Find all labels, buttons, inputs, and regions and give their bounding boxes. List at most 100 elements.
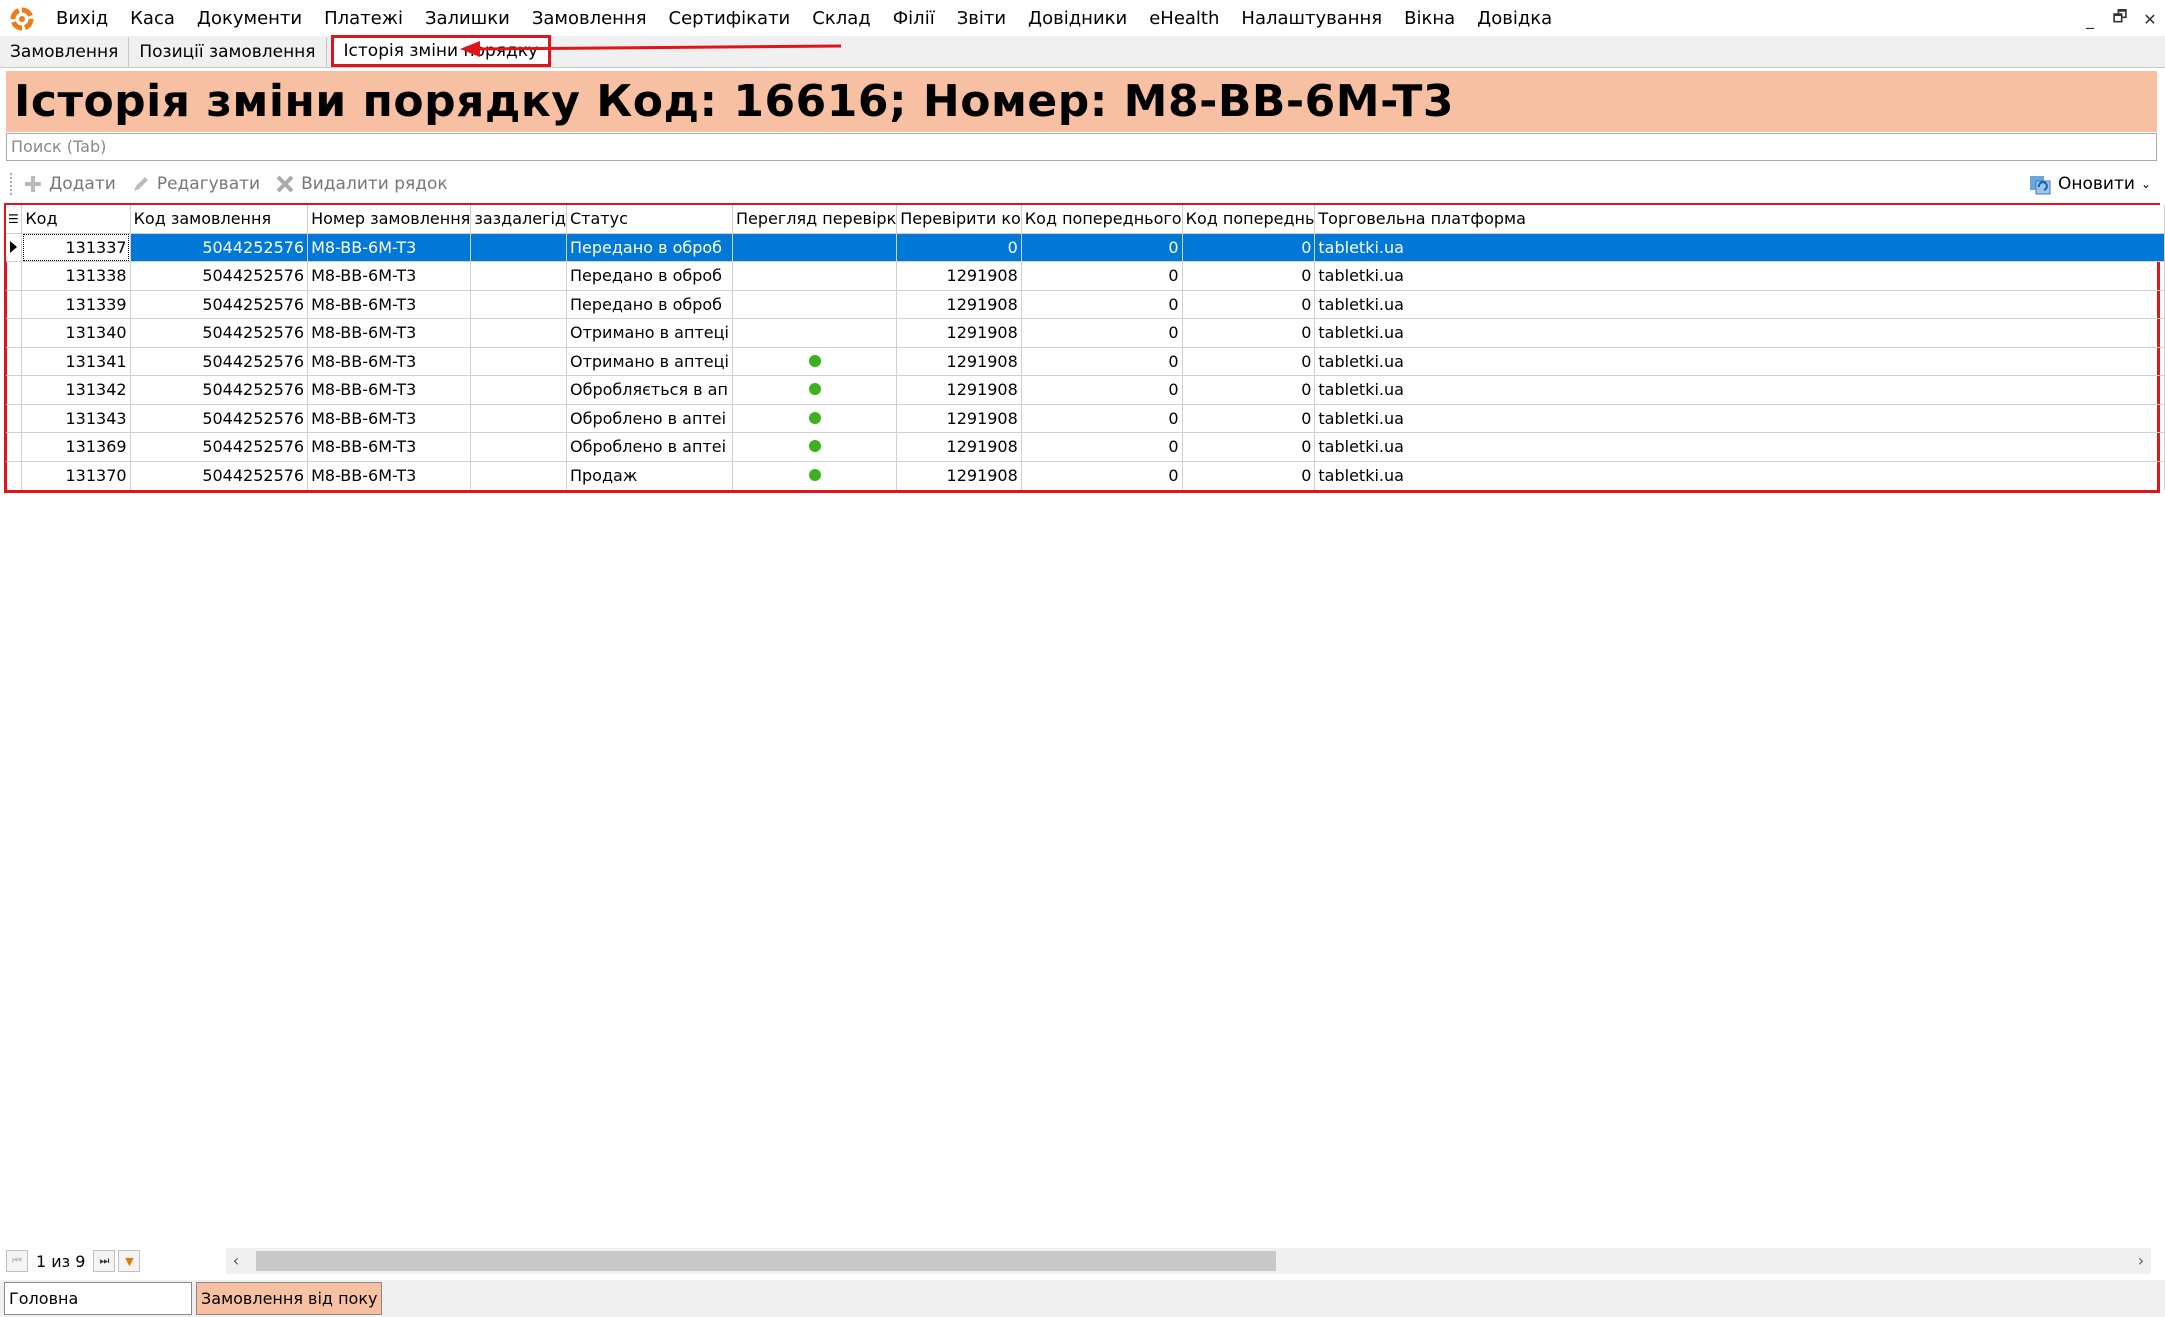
horizontal-scrollbar[interactable]: ‹ › xyxy=(226,1248,2151,1274)
cell-platform[interactable]: tabletki.ua xyxy=(1314,289,2165,319)
cell-prev2[interactable]: 0 xyxy=(1182,261,1316,290)
cell-platform[interactable]: tabletki.ua xyxy=(1314,232,2165,262)
row-indicator[interactable] xyxy=(6,318,23,347)
menu-certificates[interactable]: Сертифікати xyxy=(658,0,802,38)
menu-documents[interactable]: Документи xyxy=(186,0,313,38)
cell-advance[interactable] xyxy=(470,375,567,404)
cell-order-code[interactable]: 5044252576 xyxy=(130,289,309,319)
cell-order-no[interactable]: M8-BB-6M-T3 xyxy=(307,460,472,490)
cell-kod[interactable]: 131370 xyxy=(21,460,131,490)
cell-verify[interactable]: 1291908 xyxy=(896,460,1022,490)
cell-verify[interactable]: 1291908 xyxy=(896,318,1022,347)
scroll-right-icon[interactable]: › xyxy=(2131,1248,2151,1274)
cell-verify[interactable]: 1291908 xyxy=(896,346,1022,376)
cell-checked[interactable] xyxy=(732,261,898,290)
minimize-icon[interactable]: _ xyxy=(2075,4,2105,34)
scroll-left-icon[interactable]: ‹ xyxy=(226,1248,246,1274)
row-indicator[interactable] xyxy=(6,460,23,490)
close-icon[interactable]: ✕ xyxy=(2135,4,2165,34)
cell-order-no[interactable]: M8-BB-6M-T3 xyxy=(307,232,472,262)
menu-branches[interactable]: Філії xyxy=(882,0,946,38)
menu-warehouse[interactable]: Склад xyxy=(801,0,881,38)
cell-advance[interactable] xyxy=(470,346,567,376)
table-row[interactable]: 131337 5044252576 M8-BB-6M-T3 Передано в об… xyxy=(6,232,2165,262)
cell-prev2[interactable]: 0 xyxy=(1182,232,1316,262)
cell-platform[interactable]: tabletki.ua xyxy=(1314,346,2165,376)
table-row[interactable]: 131343 5044252576 M8-BB-6M-T3 Оброблено в а… xyxy=(6,403,2165,433)
filter-icon[interactable]: ▼ xyxy=(118,1250,141,1272)
row-indicator[interactable] xyxy=(6,346,23,376)
cell-order-code[interactable]: 5044252576 xyxy=(130,232,309,262)
column-header[interactable]: Перегляд перевірк xyxy=(732,205,898,233)
cell-prev2[interactable]: 0 xyxy=(1182,432,1316,461)
cell-verify[interactable]: 1291908 xyxy=(896,289,1022,319)
cell-prev2[interactable]: 0 xyxy=(1182,375,1316,404)
cell-platform[interactable]: tabletki.ua xyxy=(1314,460,2165,490)
cell-verify[interactable]: 1291908 xyxy=(896,432,1022,461)
cell-kod[interactable]: 131343 xyxy=(21,403,131,433)
row-indicator[interactable] xyxy=(6,432,23,461)
menu-ehealth[interactable]: eHealth xyxy=(1138,0,1230,38)
cell-prev2[interactable]: 0 xyxy=(1182,318,1316,347)
cell-checked[interactable] xyxy=(732,375,898,404)
cell-order-code[interactable]: 5044252576 xyxy=(130,432,309,461)
cell-kod[interactable]: 131340 xyxy=(21,318,131,347)
cell-platform[interactable]: tabletki.ua xyxy=(1314,403,2165,433)
cell-order-no[interactable]: M8-BB-6M-T3 xyxy=(307,261,472,290)
cell-prev1[interactable]: 0 xyxy=(1021,346,1183,376)
column-header[interactable]: Номер замовлення xyxy=(307,205,472,233)
table-row[interactable]: 131370 5044252576 M8-BB-6M-T3 Продаж 1291908… xyxy=(6,460,2165,490)
column-header[interactable]: Статус xyxy=(566,205,733,233)
cell-prev2[interactable]: 0 xyxy=(1182,346,1316,376)
cell-prev2[interactable]: 0 xyxy=(1182,289,1316,319)
menu-help[interactable]: Довідка xyxy=(1466,0,1563,38)
column-chooser-icon[interactable]: ☰ xyxy=(6,205,23,233)
cell-status[interactable]: Передано в оброб xyxy=(566,261,733,290)
cell-prev1[interactable]: 0 xyxy=(1021,403,1183,433)
cell-advance[interactable] xyxy=(470,432,567,461)
menu-cash[interactable]: Каса xyxy=(119,0,186,38)
last-page-icon[interactable]: ⏭ xyxy=(93,1250,116,1272)
cell-prev1[interactable]: 0 xyxy=(1021,375,1183,404)
restore-icon[interactable]: 🗗 xyxy=(2105,4,2135,34)
cell-verify[interactable]: 0 xyxy=(896,232,1022,262)
cell-order-code[interactable]: 5044252576 xyxy=(130,460,309,490)
column-header[interactable]: Перевірити ко xyxy=(896,205,1022,233)
cell-status[interactable]: Отримано в аптеці xyxy=(566,318,733,347)
delete-row-button[interactable]: Видалити рядок xyxy=(274,173,448,195)
cell-order-no[interactable]: M8-BB-6M-T3 xyxy=(307,346,472,376)
table-row[interactable]: 131340 5044252576 M8-BB-6M-T3 Отримано в ап… xyxy=(6,318,2165,347)
table-row[interactable]: 131339 5044252576 M8-BB-6M-T3 Передано в об… xyxy=(6,289,2165,319)
window-tab-main[interactable]: Головна xyxy=(4,1282,192,1315)
cell-prev2[interactable]: 0 xyxy=(1182,460,1316,490)
cell-status[interactable]: Оброблено в аптеі xyxy=(566,403,733,433)
column-header[interactable]: Код попереднь xyxy=(1182,205,1316,233)
cell-prev2[interactable]: 0 xyxy=(1182,403,1316,433)
table-row[interactable]: 131341 5044252576 M8-BB-6M-T3 Отримано в ап… xyxy=(6,346,2165,376)
row-indicator[interactable] xyxy=(6,403,23,433)
column-header[interactable]: заздалегід xyxy=(470,205,567,233)
edit-button[interactable]: Редагувати xyxy=(130,173,260,195)
column-header[interactable]: Код xyxy=(21,205,131,233)
table-row[interactable]: 131338 5044252576 M8-BB-6M-T3 Передано в об… xyxy=(6,261,2165,290)
table-row[interactable]: 131342 5044252576 M8-BB-6M-T3 Обробляється … xyxy=(6,375,2165,404)
cell-checked[interactable] xyxy=(732,432,898,461)
row-indicator[interactable] xyxy=(6,375,23,404)
cell-prev1[interactable]: 0 xyxy=(1021,261,1183,290)
cell-status[interactable]: Отримано в аптеці xyxy=(566,346,733,376)
cell-checked[interactable] xyxy=(732,403,898,433)
menu-stock[interactable]: Залишки xyxy=(414,0,521,38)
cell-status[interactable]: Продаж xyxy=(566,460,733,490)
cell-advance[interactable] xyxy=(470,261,567,290)
column-header[interactable]: Код замовлення xyxy=(130,205,309,233)
table-row[interactable]: 131369 5044252576 M8-BB-6M-T3 Оброблено в а… xyxy=(6,432,2165,461)
cell-order-no[interactable]: M8-BB-6M-T3 xyxy=(307,289,472,319)
cell-status[interactable]: Обробляється в ап xyxy=(566,375,733,404)
cell-order-code[interactable]: 5044252576 xyxy=(130,375,309,404)
window-tab-orders[interactable]: Замовлення від поку ... xyxy=(196,1282,382,1315)
cell-verify[interactable]: 1291908 xyxy=(896,403,1022,433)
cell-kod[interactable]: 131369 xyxy=(21,432,131,461)
cell-prev1[interactable]: 0 xyxy=(1021,318,1183,347)
cell-order-code[interactable]: 5044252576 xyxy=(130,318,309,347)
search-input[interactable]: Поиск (Tab) xyxy=(6,133,2157,161)
